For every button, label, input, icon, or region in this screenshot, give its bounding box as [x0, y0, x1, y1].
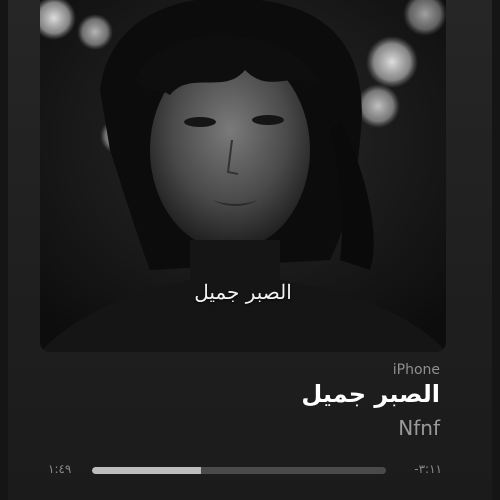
- left-edge: [0, 0, 8, 500]
- remaining-time: -٣:١١: [414, 462, 442, 476]
- album-artwork[interactable]: الصبر جميل: [40, 0, 446, 352]
- track-artist[interactable]: Nfnf: [398, 416, 440, 440]
- elapsed-time: ١:٤٩: [48, 462, 72, 476]
- progress-fill: [92, 467, 201, 474]
- artwork-caption: الصبر جميل: [194, 280, 292, 304]
- right-edge: [492, 0, 500, 500]
- track-title[interactable]: الصبر جميل: [301, 380, 440, 408]
- playback-progress: ١:٤٩ -٣:١١: [0, 458, 500, 482]
- progress-scrubber[interactable]: [92, 467, 386, 474]
- playback-source[interactable]: iPhone: [393, 362, 440, 378]
